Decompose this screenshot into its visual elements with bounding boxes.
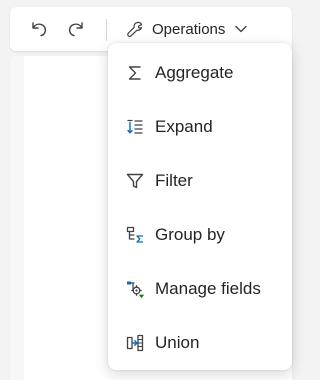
menu-item-group-by[interactable]: Group by bbox=[108, 208, 292, 262]
redo-button[interactable] bbox=[64, 17, 88, 41]
menu-item-label: Filter bbox=[155, 171, 193, 190]
sigma-icon bbox=[124, 62, 146, 84]
menu-item-expand[interactable]: Expand bbox=[108, 100, 292, 154]
union-icon bbox=[124, 332, 146, 354]
group-by-icon bbox=[124, 224, 146, 246]
menu-item-label: Union bbox=[155, 333, 200, 352]
operations-dropdown-button[interactable]: Operations bbox=[126, 15, 248, 43]
funnel-icon bbox=[124, 170, 146, 192]
redo-icon bbox=[68, 22, 83, 37]
toolbar-divider bbox=[106, 19, 107, 41]
undo-button[interactable] bbox=[27, 17, 51, 41]
canvas-left-panel bbox=[10, 56, 24, 380]
expand-list-icon bbox=[124, 116, 146, 138]
manage-fields-icon bbox=[124, 278, 146, 300]
chevron-down-icon bbox=[235, 25, 248, 33]
menu-item-label: Aggregate bbox=[155, 63, 234, 82]
operations-label: Operations bbox=[152, 20, 226, 38]
menu-item-label: Manage fields bbox=[155, 279, 261, 298]
wrench-icon bbox=[127, 21, 143, 38]
menu-item-label: Expand bbox=[155, 117, 213, 136]
operations-menu: Aggregate Expand Filter Group by Manage … bbox=[108, 43, 292, 370]
menu-item-filter[interactable]: Filter bbox=[108, 154, 292, 208]
menu-item-union[interactable]: Union bbox=[108, 316, 292, 370]
editor-surface: Operations Aggregate Expand Filter Group… bbox=[0, 0, 300, 380]
menu-item-manage-fields[interactable]: Manage fields bbox=[108, 262, 292, 316]
menu-item-label: Group by bbox=[155, 225, 225, 244]
menu-item-aggregate[interactable]: Aggregate bbox=[108, 46, 292, 100]
undo-icon bbox=[32, 22, 47, 37]
